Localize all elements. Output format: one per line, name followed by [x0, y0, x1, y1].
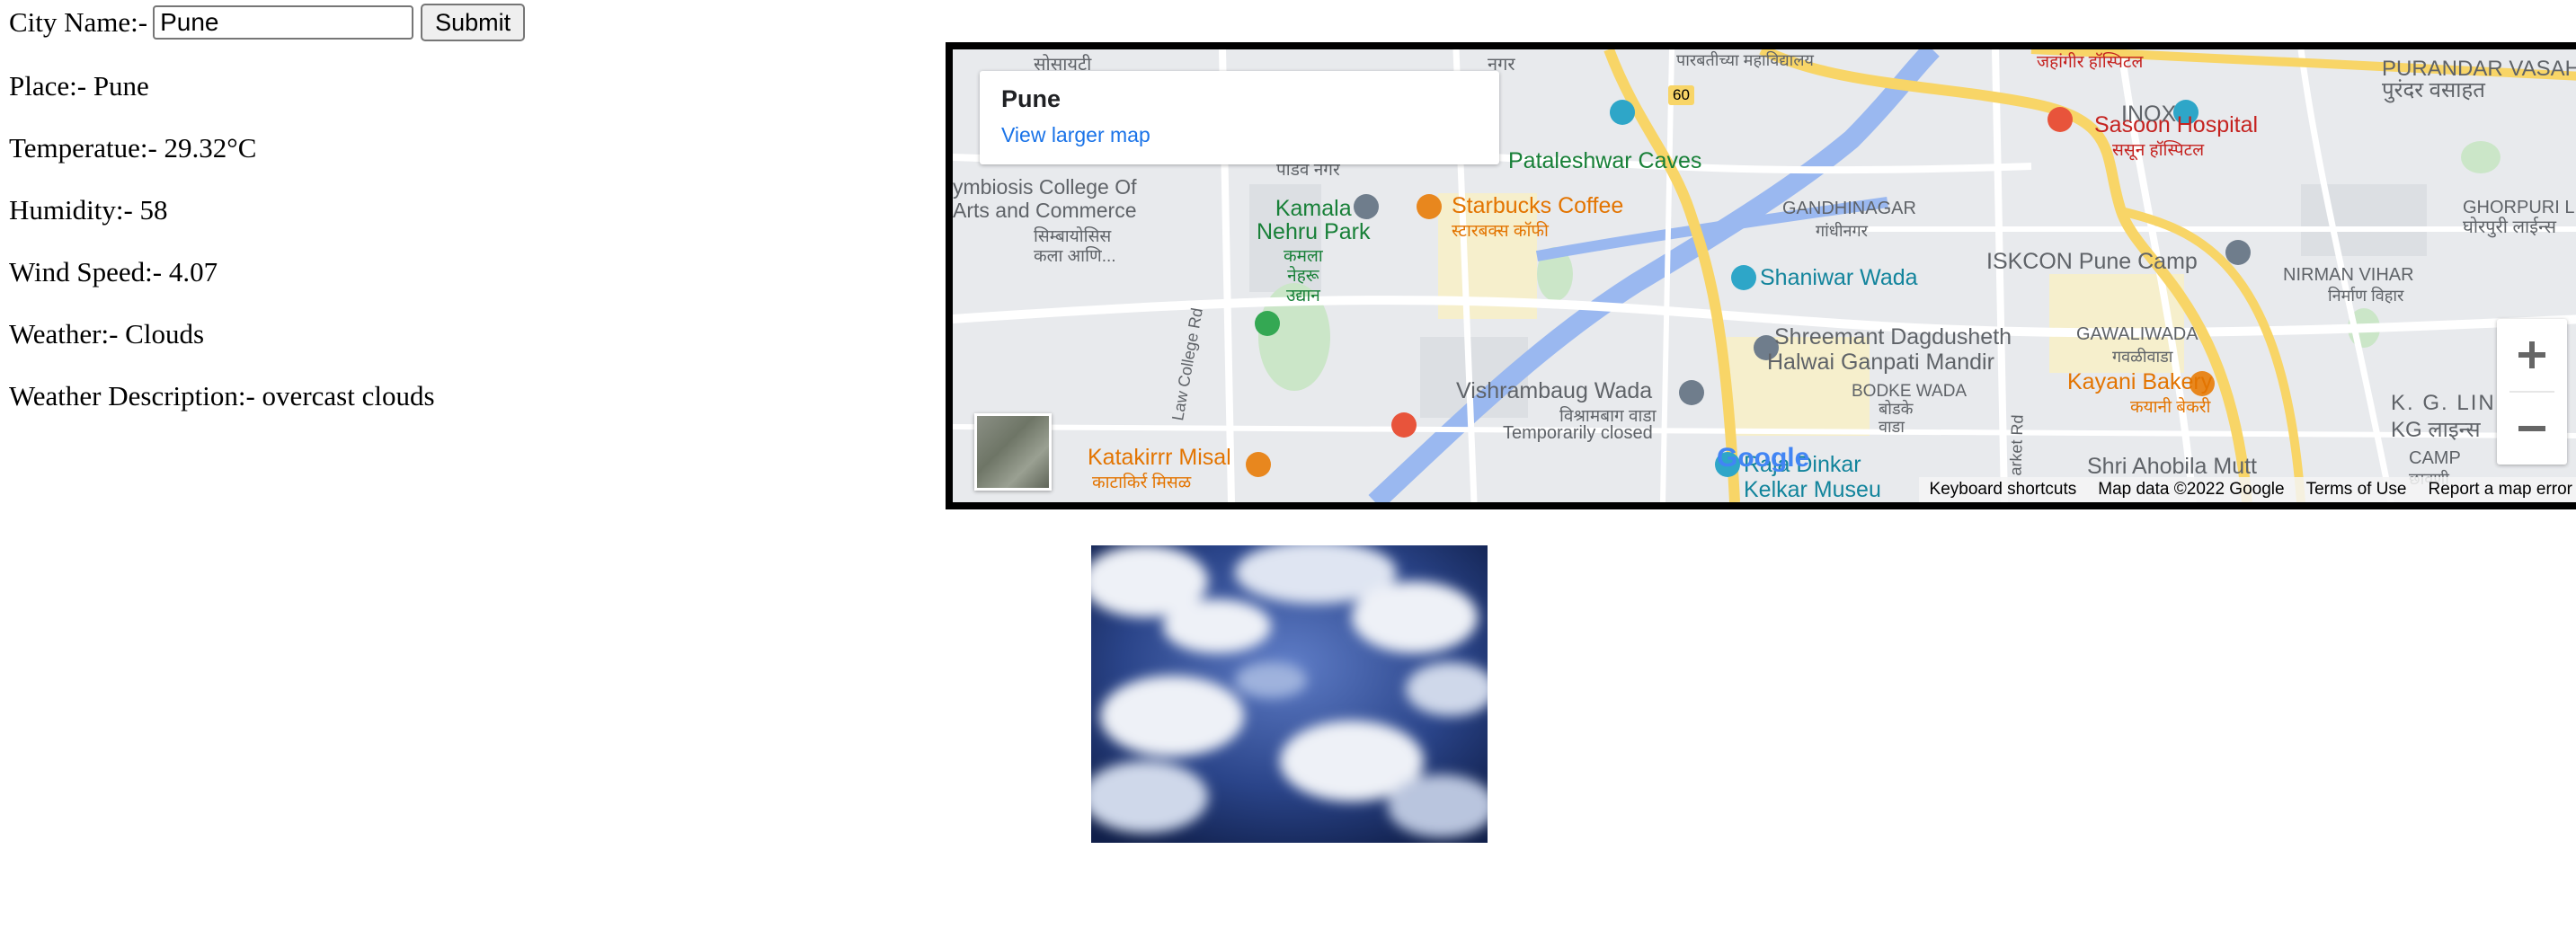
- submit-button[interactable]: Submit: [421, 4, 526, 41]
- zoom-control: [2497, 319, 2567, 465]
- map-label-kala: कला आणि...: [1034, 247, 1116, 266]
- map-label-camp: CAMP: [2409, 448, 2461, 468]
- map-label-iskcon[interactable]: ISKCON Pune Camp: [1986, 249, 2198, 275]
- map-footer: Keyboard shortcuts Map data ©2022 Google…: [1918, 477, 2576, 502]
- weather-text: Weather:- Clouds: [9, 318, 205, 350]
- map-label-gawaliwada: GAWALIWADA: [2076, 324, 2198, 344]
- city-search-form: City Name:- Submit: [9, 0, 526, 45]
- cloud-icon: [1091, 545, 1488, 843]
- map-label-gandhinagar: GANDHINAGAR: [1782, 199, 1916, 218]
- map-label-symbiosis[interactable]: ymbiosis College Of: [953, 175, 1137, 199]
- map-label-market-rd: arket Rd: [2006, 414, 2027, 476]
- map-label-parvati: पारबतीच्या महाविद्यालय: [1676, 51, 1814, 69]
- satellite-toggle-button[interactable]: [974, 413, 1052, 491]
- map-label-shri-ahobila[interactable]: Shri Ahobila Mutt: [2087, 454, 2257, 480]
- map-label-kelkar-museum: Kelkar Museu: [1744, 477, 1881, 502]
- map-label-top-right: जहांगीर हॉस्पिटल: [2037, 53, 2144, 72]
- map-label-starbucks-mr: स्टारबक्स कॉफी: [1452, 222, 1549, 241]
- map-data-text: Map data ©2022 Google: [2098, 480, 2285, 499]
- city-name-label: City Name:-: [9, 6, 148, 38]
- map-label-sasoon-hospital-mr: ससून हॉस्पिटल: [2112, 141, 2205, 160]
- map-label-gandhinagar-mr: गांधीनगर: [1816, 222, 1869, 240]
- map-label-bodke-wada-mr: बोडके वाडा: [1879, 400, 1914, 436]
- map-place-title: Pune: [1001, 85, 1061, 112]
- map-place-card: Pune View larger map: [980, 71, 1499, 164]
- zoom-out-button[interactable]: [2497, 393, 2567, 465]
- plus-icon: [2518, 341, 2545, 368]
- weather-condition-image: [1091, 545, 1488, 843]
- view-larger-map-link[interactable]: View larger map: [1001, 123, 1150, 147]
- map-label-purandar-vasahat: PURANDAR VASAHATपुरंदर वसाहत: [2382, 57, 2576, 102]
- map-label-temporarily-closed: Temporarily closed: [1503, 423, 1653, 443]
- map-label-kamala-nehru-park-mr: कमला नेहरू उद्यान: [1284, 247, 1323, 305]
- map-label-katakirrr-misal-mr: काटाकिर्र मिसळ: [1092, 474, 1192, 492]
- terms-of-use-link[interactable]: Terms of Use: [2296, 480, 2418, 500]
- report-map-error-link[interactable]: Report a map error: [2417, 480, 2576, 500]
- map-label-inox[interactable]: INOX: [2121, 102, 2176, 128]
- weather-description-text: Weather Description:- overcast clouds: [9, 380, 435, 412]
- temperature-text: Temperatue:- 29.32°C: [9, 132, 257, 164]
- map-label-kayani-bakery[interactable]: Kayani Bakery: [2067, 369, 2212, 395]
- map-label-vishrambaug-wada[interactable]: Vishrambaug Wada: [1456, 378, 1652, 404]
- minus-icon: [2518, 426, 2545, 431]
- keyboard-shortcuts-link[interactable]: Keyboard shortcuts: [1919, 480, 2088, 500]
- wind-speed-text: Wind Speed:- 4.07: [9, 256, 218, 288]
- map-label-shaniwar-wada[interactable]: Shaniwar Wada: [1760, 265, 1918, 291]
- map-label-gawaliwada-mr: गवळीवाडा: [2112, 348, 2173, 366]
- map-label-halwai: Halwai Ganpati Mandir: [1767, 350, 1994, 375]
- map-label-katakirrr-misal[interactable]: Katakirrr Misal: [1088, 445, 1231, 471]
- map-label-nirman-vihar-mr: निर्माण विहार: [2328, 287, 2404, 305]
- google-logo: Google: [1717, 443, 1810, 473]
- map-label-kamala-nehru-park[interactable]: Kamala Nehru Park: [1257, 197, 1370, 243]
- map-label-bodke-wada: BODKE WADA: [1852, 382, 1968, 401]
- embedded-map[interactable]: PURANDAR VASAHATपुरंदर वसाहत Sasoon Hosp…: [946, 42, 2576, 509]
- map-label-arts-commerce: Arts and Commerce: [953, 199, 1137, 222]
- zoom-in-button[interactable]: [2497, 319, 2567, 391]
- map-label-kayani-bakery-mr: कयानी बेकरी: [2130, 398, 2211, 417]
- map-label-pataleshwar-caves[interactable]: Pataleshwar Caves: [1508, 148, 1701, 174]
- map-label-ghorpuri-lines: GHORPURI LINESघोरपुरी लाईन्स: [2463, 198, 2576, 237]
- map-label-kg-lines-mr: KG लाइन्स: [2391, 418, 2481, 442]
- road-shield-60: 60: [1668, 85, 1694, 105]
- map-label-starbucks[interactable]: Starbucks Coffee: [1452, 193, 1623, 219]
- city-name-input[interactable]: [153, 5, 414, 40]
- map-label-nirman-vihar: NIRMAN VIHAR: [2283, 265, 2414, 285]
- place-text: Place:- Pune: [9, 70, 149, 102]
- map-label-shreemant[interactable]: Shreemant Dagdusheth: [1774, 324, 2012, 350]
- humidity-text: Humidity:- 58: [9, 194, 168, 226]
